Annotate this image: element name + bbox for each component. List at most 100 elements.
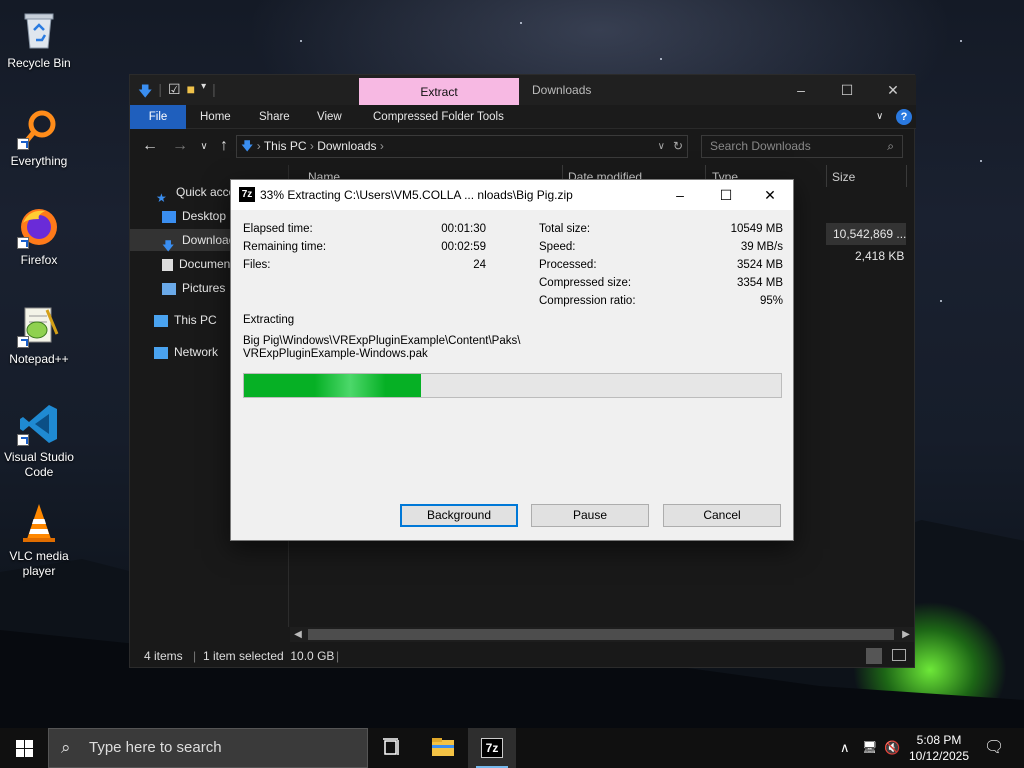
dialog-close-button[interactable]: ✕	[747, 180, 793, 210]
vlc-cone-icon	[17, 501, 61, 545]
elapsed-time-value: 00:01:30	[441, 223, 486, 235]
shortcut-arrow-icon	[17, 336, 29, 348]
file-size-cell: 10,542,869 ...	[833, 227, 907, 241]
desktop-icon-label: Recycle Bin	[7, 56, 71, 70]
speed-value: 39 MB/s	[740, 241, 783, 253]
downloads-icon: 🡇	[162, 238, 175, 253]
qat-dropdown-icon[interactable]: ▾	[201, 81, 206, 105]
everything-search-icon	[17, 106, 61, 150]
network-icon	[154, 346, 168, 359]
desktop-icon-label: Notepad++	[9, 352, 69, 366]
dialog-titlebar: 7z 33% Extracting C:\Users\VM5.COLLA ...…	[231, 180, 793, 210]
maximize-button[interactable]: ☐	[824, 75, 870, 105]
refresh-icon[interactable]: ↻	[673, 136, 683, 157]
windows-logo-icon	[16, 740, 24, 748]
properties-icon[interactable]: ☑	[168, 81, 181, 105]
up-arrow-icon[interactable]: ↑	[214, 137, 234, 155]
file-explorer-icon	[432, 738, 454, 756]
desktop-folder-icon	[162, 210, 176, 223]
column-separator[interactable]	[906, 165, 907, 187]
show-hidden-icons-chevron-icon[interactable]: ∧	[840, 740, 850, 756]
column-separator[interactable]	[826, 165, 827, 187]
documents-icon	[162, 258, 173, 271]
scrollbar-thumb[interactable]	[308, 629, 894, 640]
breadcrumb-downloads[interactable]: Downloads	[317, 139, 376, 153]
processed-value: 3524 MB	[736, 259, 783, 271]
desktop-icon-notepadpp[interactable]: Notepad++	[0, 304, 78, 367]
search-input[interactable]: Search Downloads ⌕	[701, 135, 903, 158]
tab-file[interactable]: File	[130, 105, 186, 129]
star	[660, 58, 662, 60]
search-icon: ⌕	[887, 139, 894, 153]
7zip-icon: 7z	[481, 738, 503, 758]
window-title: Downloads	[532, 83, 592, 97]
network-status-icon[interactable]: 🖥	[862, 740, 877, 754]
volume-muted-icon[interactable]: 🔇	[884, 740, 900, 756]
address-dropdown-icon[interactable]: ∨	[658, 136, 665, 157]
taskbar-search-box[interactable]: ⌕ Type here to search	[48, 728, 368, 768]
desktop-icon-recycle-bin[interactable]: Recycle Bin	[0, 8, 78, 71]
horizontal-scrollbar[interactable]: ◀ ▶	[290, 627, 914, 642]
compression-ratio-label: Compression ratio:	[539, 295, 636, 307]
breadcrumb-this-pc[interactable]: This PC	[264, 139, 307, 153]
computer-icon	[154, 314, 168, 327]
explorer-titlebar: 🡇 | ☑ ■ ▾ | Extract Downloads – ☐ ✕	[130, 75, 916, 105]
background-button[interactable]: Background	[400, 504, 518, 527]
remaining-time-label: Remaining time:	[243, 241, 327, 253]
tab-home[interactable]: Home	[200, 105, 231, 129]
start-button[interactable]	[0, 728, 48, 768]
ribbon-expand-icon[interactable]: ∨	[876, 105, 883, 129]
help-icon[interactable]: ?	[896, 109, 912, 125]
star	[980, 160, 982, 162]
search-placeholder: Search Downloads	[710, 139, 811, 153]
cancel-button[interactable]: Cancel	[663, 504, 781, 527]
taskbar-file-explorer[interactable]	[419, 728, 467, 768]
address-bar[interactable]: 🡇 › This PC › Downloads › ∨ ↻	[236, 135, 688, 158]
star	[940, 300, 942, 302]
system-clock[interactable]: 5:08 PM 10/12/2025	[900, 732, 978, 764]
task-view-button[interactable]	[368, 728, 416, 768]
taskbar-7zip[interactable]: 7z	[468, 728, 516, 768]
downloads-folder-icon: 🡇	[241, 139, 254, 153]
star	[520, 22, 522, 24]
task-view-icon	[383, 738, 399, 755]
new-folder-icon[interactable]: ■	[187, 81, 195, 105]
tab-compressed-folder-tools[interactable]: Compressed Folder Tools	[373, 105, 504, 129]
dialog-maximize-button[interactable]: ☐	[703, 180, 749, 210]
forward-arrow-icon[interactable]: →	[170, 137, 190, 155]
current-file-name: VRExpPluginExample-Windows.pak	[243, 348, 428, 360]
tab-share[interactable]: Share	[259, 105, 290, 129]
column-size[interactable]: Size	[832, 165, 855, 189]
ribbon-tabs: File Home Share View Compressed Folder T…	[130, 105, 916, 129]
7zip-icon: 7z	[239, 187, 255, 202]
dialog-minimize-button[interactable]: –	[657, 180, 703, 210]
status-bar: 4 items | 1 item selected 10.0 GB |	[130, 645, 916, 667]
extract-context-tab[interactable]: Extract	[359, 78, 519, 105]
scroll-left-icon[interactable]: ◀	[290, 627, 306, 642]
close-button[interactable]: ✕	[870, 75, 916, 105]
vscode-icon	[17, 402, 61, 446]
desktop-icon-vlc[interactable]: VLC media player	[0, 501, 78, 579]
shortcut-arrow-icon	[17, 434, 29, 446]
address-row: ← → ∨ ↑ 🡇 › This PC › Downloads › ∨ ↻ Se…	[130, 131, 916, 163]
file-size-cell: 2,418 KB	[855, 249, 905, 263]
notifications-icon[interactable]: 🗨	[984, 737, 1004, 757]
desktop-icon-firefox[interactable]: Firefox	[0, 205, 78, 268]
details-view-icon[interactable]	[866, 648, 882, 664]
minimize-button[interactable]: –	[778, 75, 824, 105]
taskbar-search-placeholder: Type here to search	[89, 739, 222, 756]
desktop-icon-everything[interactable]: Everything	[0, 106, 78, 169]
scroll-right-icon[interactable]: ▶	[898, 627, 914, 642]
large-icons-view-icon[interactable]	[892, 649, 906, 661]
download-arrow-icon[interactable]: 🡇	[138, 81, 152, 105]
star	[960, 40, 962, 42]
total-size-label: Total size:	[539, 223, 591, 235]
files-label: Files:	[243, 259, 271, 271]
speed-label: Speed:	[539, 241, 576, 253]
desktop-icon-vscode[interactable]: Visual Studio Code	[0, 402, 78, 480]
recent-locations-icon[interactable]: ∨	[194, 141, 214, 152]
star	[300, 40, 302, 42]
tab-view[interactable]: View	[317, 105, 342, 129]
pause-button[interactable]: Pause	[531, 504, 649, 527]
back-arrow-icon[interactable]: ←	[140, 137, 160, 155]
